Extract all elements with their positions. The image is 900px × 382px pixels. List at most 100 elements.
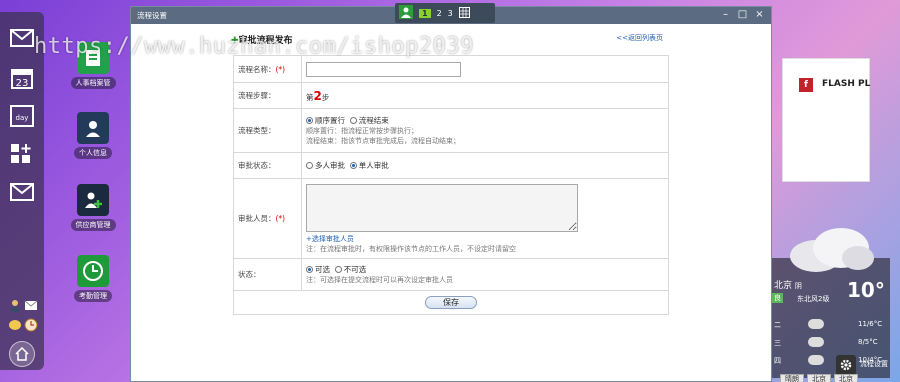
window-title: 流程设置 bbox=[137, 11, 167, 20]
forecast-day: 四 bbox=[774, 357, 781, 365]
form-title: ✚审批流程发布 bbox=[231, 33, 293, 46]
optional-radio[interactable] bbox=[306, 266, 313, 273]
weather-wind: 东北风2级 bbox=[797, 295, 830, 303]
home-icon[interactable] bbox=[9, 341, 35, 367]
single-approval-radio[interactable] bbox=[349, 162, 357, 169]
step-suffix: 步 bbox=[321, 92, 330, 102]
type-hint-1: 顺序置行：指流程正常按步骤执行； bbox=[306, 127, 418, 135]
day-view-icon[interactable]: day bbox=[7, 102, 37, 130]
radio-label: 多人审批 bbox=[315, 161, 345, 170]
radio-label: 流程结束 bbox=[358, 116, 389, 125]
app-label: 供应商管理 bbox=[70, 219, 116, 231]
flash-player-widget[interactable]: f FLASH PL bbox=[782, 58, 870, 182]
step-prefix: 第 bbox=[306, 92, 314, 102]
field-label: 流程步骤： bbox=[233, 82, 302, 109]
cloud-icon bbox=[790, 228, 874, 272]
save-button[interactable]: 保存 bbox=[425, 296, 477, 309]
radio-label: 顺序置行 bbox=[315, 116, 345, 125]
app-hr-archive[interactable]: 人事档案管 bbox=[66, 42, 120, 89]
multi-approval-radio[interactable] bbox=[306, 162, 313, 169]
workflow-form: 流程名称：(*) 流程步骤： 第2步 流程类型： 顺序置行 流程结束 顺序置行：… bbox=[233, 55, 669, 315]
weather-city: 北京 阴 bbox=[774, 281, 802, 291]
day-label: day bbox=[16, 114, 29, 122]
desktop-user-icon[interactable] bbox=[399, 5, 413, 21]
app-attendance[interactable]: 考勤管理 bbox=[66, 255, 120, 302]
type-end-radio[interactable] bbox=[349, 117, 357, 124]
not-optional-radio[interactable] bbox=[334, 266, 342, 273]
type-hint-2: 流程结束：指该节点审批完成后，流程自动结束； bbox=[306, 137, 460, 145]
field-label: 流程名称：(*) bbox=[233, 55, 302, 83]
forecast-day: 三 bbox=[774, 339, 781, 347]
window-controls: – □ × bbox=[720, 9, 765, 20]
field-label: 审批人员：(*) bbox=[233, 178, 302, 259]
forecast-range: 11/6°C bbox=[858, 320, 883, 328]
field-cell: 多人审批 单人审批 bbox=[301, 152, 669, 179]
field-label: 审批状态： bbox=[233, 152, 302, 179]
user-icon[interactable] bbox=[8, 298, 22, 312]
bottom-tab[interactable]: 晴朗 bbox=[780, 374, 804, 382]
app-label: 个人信息 bbox=[74, 147, 112, 159]
add-widget-icon[interactable] bbox=[7, 140, 37, 168]
required-mark: (*) bbox=[275, 64, 286, 74]
calendar-icon[interactable]: 23 bbox=[7, 64, 37, 92]
forecast-cloud-icon bbox=[808, 337, 824, 347]
radio-label: 单人审批 bbox=[358, 161, 389, 170]
form-row-type: 流程类型： 顺序置行 流程结束 顺序置行：指流程正常按步骤执行； 流程结束：指该… bbox=[233, 108, 669, 153]
required-mark: (*) bbox=[275, 214, 286, 223]
forecast-cloud-icon bbox=[808, 355, 824, 365]
clock-icon[interactable] bbox=[24, 318, 38, 332]
settings-gear-icon[interactable] bbox=[836, 355, 856, 375]
maximize-icon[interactable]: □ bbox=[737, 9, 748, 20]
desktop-page-1[interactable]: 1 bbox=[419, 8, 431, 18]
form-row-status: 审批状态： 多人审批 单人审批 bbox=[233, 152, 669, 179]
envelope-icon[interactable] bbox=[24, 298, 38, 312]
close-icon[interactable]: × bbox=[754, 9, 765, 20]
flash-logo-icon: f bbox=[799, 78, 813, 92]
app-label: 考勤管理 bbox=[74, 290, 112, 302]
state-hint: 注：可选择在提交流程时可以再次设定审批人员 bbox=[306, 276, 453, 284]
mail-icon[interactable] bbox=[7, 24, 37, 52]
back-to-list-link[interactable]: <<返回列表页 bbox=[616, 33, 663, 43]
app-personal-info[interactable]: 个人信息 bbox=[66, 112, 120, 159]
message-icon[interactable] bbox=[7, 178, 37, 206]
field-cell: 第2步 bbox=[301, 82, 669, 109]
attendance-clock-icon bbox=[77, 255, 109, 287]
bottom-tab[interactable]: 北京 bbox=[807, 374, 831, 382]
bottom-tabs: 晴朗 北京 北京 bbox=[780, 374, 858, 382]
approver-textarea[interactable] bbox=[306, 183, 578, 232]
calendar-date: 23 bbox=[16, 78, 29, 89]
form-row-state: 状态： 可选 不可选 注：可选择在提交流程时可以再次设定审批人员 bbox=[233, 258, 669, 291]
supplier-icon bbox=[77, 184, 109, 216]
form-header: ✚审批流程发布 <<返回列表页 bbox=[231, 33, 671, 47]
approver-hint: 注：在流程审批时，有权限操作该节点的工作人员，不设定时请留空 bbox=[306, 244, 516, 253]
app-supplier-management[interactable]: 供应商管理 bbox=[66, 184, 120, 231]
app-label: 人事档案管 bbox=[70, 77, 116, 89]
actions-cell: 保存 bbox=[233, 290, 669, 315]
form-row-approver: 审批人员：(*) +选择审批人员 注：在流程审批时，有权限操作该节点的工作人员，… bbox=[233, 178, 669, 259]
add-icon: ✚ bbox=[231, 36, 239, 46]
field-label: 流程类型： bbox=[233, 108, 302, 153]
desktop-page-3[interactable]: 3 bbox=[448, 9, 453, 18]
left-dock: 23 day bbox=[0, 12, 44, 370]
weather-desc: 阴 bbox=[794, 282, 802, 290]
select-approver-link[interactable]: +选择审批人员 bbox=[306, 234, 664, 244]
field-cell: 顺序置行 流程结束 顺序置行：指流程正常按步骤执行； 流程结束：指该节点审批完成… bbox=[301, 108, 669, 153]
desktop-page-2[interactable]: 2 bbox=[437, 9, 442, 18]
grid-view-icon[interactable] bbox=[458, 6, 470, 20]
step-number: 2 bbox=[313, 88, 322, 103]
desktop-pager: 1 2 3 bbox=[395, 3, 495, 23]
forecast-range: 8/5°C bbox=[858, 338, 878, 346]
bottom-tab[interactable]: 北京 bbox=[834, 374, 858, 382]
field-cell bbox=[301, 55, 669, 83]
form-row-step: 流程步骤： 第2步 bbox=[233, 82, 669, 109]
field-cell: +选择审批人员 注：在流程审批时，有权限操作该节点的工作人员，不设定时请留空 bbox=[301, 178, 669, 259]
type-sequential-radio[interactable] bbox=[306, 117, 313, 124]
person-icon bbox=[77, 112, 109, 144]
air-quality-badge: 良 bbox=[772, 293, 783, 303]
form-title-text: 审批流程发布 bbox=[238, 36, 293, 46]
settings-label: 流程设置 bbox=[860, 360, 888, 368]
minimize-icon[interactable]: – bbox=[720, 9, 731, 20]
workflow-name-input[interactable] bbox=[306, 61, 461, 77]
weather-temp: 10° bbox=[847, 278, 885, 302]
chat-icon[interactable] bbox=[8, 318, 22, 332]
